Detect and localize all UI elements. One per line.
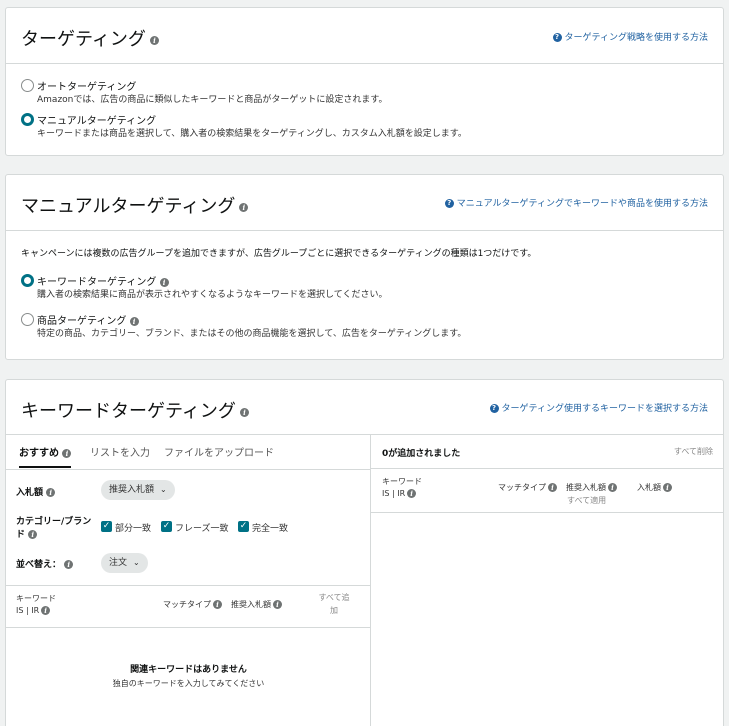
- info-icon[interactable]: i: [663, 483, 672, 492]
- keyword-targeting-header: キーワードターゲティング i ? ターゲティング使用するキーワードを選択する方法: [6, 380, 723, 435]
- manual-targeting-desc: キーワードまたは商品を選択して、購入者の検索結果をターゲティングし、カスタム入札…: [37, 129, 467, 139]
- info-icon[interactable]: i: [273, 600, 282, 609]
- info-icon[interactable]: i: [548, 483, 557, 492]
- col-bid: 入札額 i: [637, 482, 672, 493]
- sort-label: 並べ替え： i: [16, 557, 74, 570]
- keyword-targeting-help-link[interactable]: ? ターゲティング使用するキーワードを選択する方法: [489, 401, 708, 414]
- divider: [371, 512, 723, 513]
- add-all-button-cont[interactable]: 加: [314, 605, 354, 616]
- targeting-card: ターゲティング i ? ターゲティング戦略を使用する方法 オートターゲティング Am…: [5, 7, 724, 156]
- targeting-help-link[interactable]: ? ターゲティング戦略を使用する方法: [552, 30, 708, 43]
- help-icon: ?: [552, 33, 562, 42]
- divider: [371, 468, 723, 469]
- info-icon[interactable]: i: [129, 316, 139, 326]
- manual-targeting-card: マニュアルターゲティング i ? マニュアルターゲティングでキーワードや商品を使用す…: [5, 174, 724, 360]
- col-is-ir: IS | IR i: [382, 489, 417, 498]
- keyword-tabs: おすすめ i リストを入力 ファイルをアップロード: [6, 435, 371, 470]
- info-icon[interactable]: i: [608, 483, 617, 492]
- info-icon[interactable]: i: [149, 35, 159, 45]
- chevron-down-icon: ⌄: [160, 485, 167, 494]
- tab-enter-list[interactable]: リストを入力: [90, 444, 150, 459]
- info-icon[interactable]: i: [213, 600, 222, 609]
- col-keyword: キーワード: [16, 594, 56, 603]
- category-brand-label-cont: ド i: [16, 527, 38, 540]
- targeting-header: ターゲティング i ? ターゲティング戦略を使用する方法: [6, 8, 723, 64]
- tab-upload-file[interactable]: ファイルをアップロード: [164, 444, 274, 459]
- radio-manual-targeting[interactable]: [21, 113, 34, 126]
- col-suggested-bid: 推奨入札額 i: [231, 599, 282, 610]
- manual-targeting-description: キャンペーンには複数の広告グループを追加できますが、広告グループごとに選択できる…: [21, 249, 537, 259]
- added-count: 0が追加されました: [382, 449, 461, 459]
- sort-dropdown[interactable]: 注文 ⌄: [101, 553, 148, 573]
- auto-targeting-label: オートターゲティング: [37, 82, 137, 93]
- checkbox-exact-match[interactable]: ✓: [238, 521, 249, 532]
- bid-dropdown[interactable]: 推奨入札額 ⌄: [101, 480, 175, 500]
- apply-all-button[interactable]: すべて適用: [567, 495, 606, 506]
- checkbox-phrase-match[interactable]: ✓: [161, 521, 172, 532]
- radio-auto-targeting[interactable]: [21, 79, 34, 92]
- empty-state-subtitle: 独自のキーワードを入力してみてください: [112, 679, 265, 688]
- chevron-down-icon: ⌄: [133, 558, 140, 567]
- remove-all-button[interactable]: すべて削除: [674, 446, 713, 457]
- col-keyword: キーワード: [382, 477, 422, 486]
- empty-state-title: 関連キーワードはありません: [130, 665, 247, 675]
- manual-targeting-help-link[interactable]: ? マニュアルターゲティングでキーワードや商品を使用する方法: [444, 196, 708, 209]
- info-icon[interactable]: i: [407, 489, 417, 498]
- checkbox-broad-match[interactable]: ✓: [101, 521, 112, 532]
- info-icon[interactable]: i: [41, 606, 51, 615]
- add-all-button[interactable]: すべて追: [314, 592, 354, 603]
- info-icon[interactable]: i: [62, 448, 72, 458]
- keyword-targeting-desc: 購入者の検索結果に商品が表示されやすくなるようなキーワードを選択してください。: [37, 290, 388, 300]
- divider: [6, 627, 371, 628]
- targeting-title: ターゲティング i: [21, 25, 159, 51]
- exact-match-label: 完全一致: [252, 524, 289, 534]
- broad-match-label: 部分一致: [115, 524, 152, 534]
- category-brand-label: カテゴリー/ブラン: [16, 517, 92, 527]
- keyword-targeting-label: キーワードターゲティング i: [37, 273, 169, 288]
- tab-suggested[interactable]: おすすめ i: [19, 444, 72, 468]
- suggested-keywords-pane: おすすめ i リストを入力 ファイルをアップロード 入札額 i 推奨入札額 ⌄ カ…: [6, 435, 371, 726]
- help-icon: ?: [444, 199, 454, 208]
- col-match-type: マッチタイプ i: [498, 482, 557, 493]
- auto-targeting-desc: Amazonでは、広告の商品に類似したキーワードと商品がターゲットに設定されます…: [37, 95, 388, 105]
- help-icon: ?: [489, 404, 499, 413]
- radio-product-targeting[interactable]: [21, 313, 34, 326]
- info-icon[interactable]: i: [46, 488, 56, 497]
- info-icon[interactable]: i: [239, 407, 249, 417]
- product-targeting-desc: 特定の商品、カテゴリー、ブランド、またはその他の商品機能を選択して、広告をターゲ…: [37, 329, 467, 339]
- manual-targeting-header: マニュアルターゲティング i ? マニュアルターゲティングでキーワードや商品を使用す…: [6, 175, 723, 231]
- info-icon[interactable]: i: [239, 202, 249, 212]
- col-suggested-bid: 推奨入札額 i: [566, 482, 617, 493]
- bid-label: 入札額 i: [16, 485, 56, 498]
- col-match-type: マッチタイプ i: [163, 599, 222, 610]
- phrase-match-label: フレーズ一致: [175, 524, 229, 534]
- info-icon[interactable]: i: [159, 277, 169, 287]
- keyword-targeting-card: キーワードターゲティング i ? ターゲティング使用するキーワードを選択する方法 お…: [5, 379, 724, 726]
- info-icon[interactable]: i: [28, 530, 38, 539]
- divider: [6, 585, 371, 586]
- manual-targeting-label: マニュアルターゲティング: [37, 116, 157, 127]
- col-is-ir: IS | IR i: [16, 606, 51, 615]
- radio-keyword-targeting[interactable]: [21, 274, 34, 287]
- product-targeting-label: 商品ターゲティング i: [37, 312, 139, 327]
- keyword-targeting-title: キーワードターゲティング i: [21, 397, 249, 423]
- added-keywords-pane: 0が追加されました すべて削除 キーワード IS | IR i マッチタイプ i 推…: [371, 435, 723, 726]
- info-icon[interactable]: i: [64, 560, 74, 569]
- manual-targeting-title: マニュアルターゲティング i: [21, 192, 249, 218]
